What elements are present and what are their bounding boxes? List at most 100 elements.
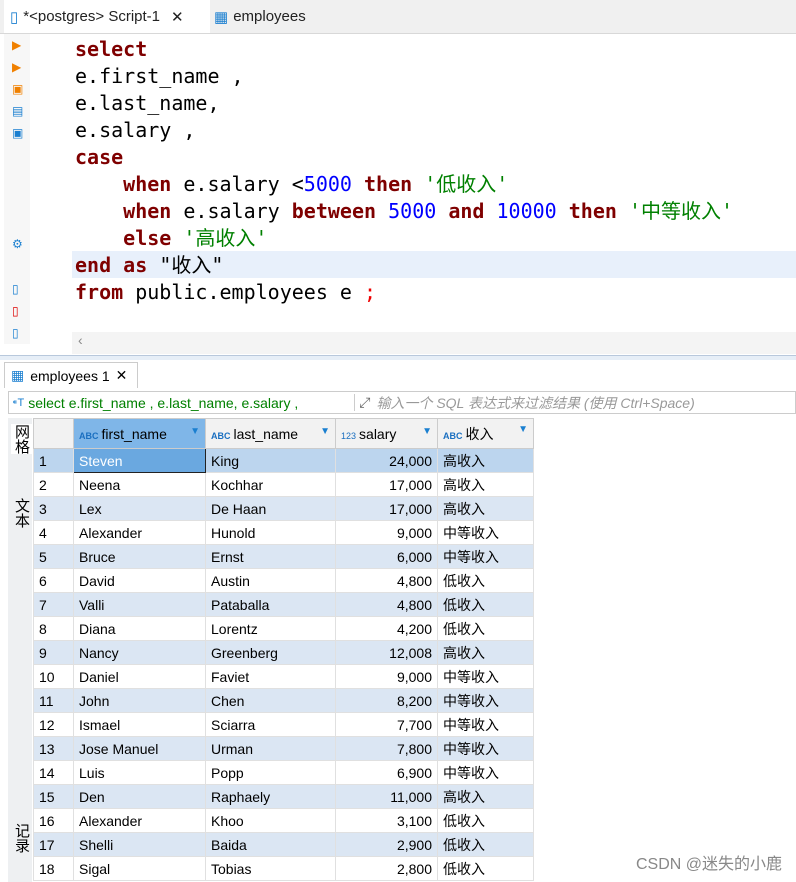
import-icon[interactable]: ▯ bbox=[12, 304, 19, 318]
table-row[interactable]: 18 Sigal Tobias 2,800 低收入 bbox=[33, 856, 534, 881]
cell-last-name[interactable]: Baida bbox=[205, 832, 336, 857]
row-number[interactable]: 12 bbox=[33, 712, 74, 737]
cell-last-name[interactable]: Chen bbox=[205, 688, 336, 713]
table-row[interactable]: 17 Shelli Baida 2,900 低收入 bbox=[33, 832, 534, 857]
side-tab-text[interactable]: 文本 bbox=[11, 498, 32, 528]
tab-employees[interactable]: ▦ employees bbox=[214, 0, 306, 33]
cell-first-name[interactable]: Neena bbox=[73, 472, 206, 497]
row-number[interactable]: 11 bbox=[33, 688, 74, 713]
table-row[interactable]: 11 John Chen 8,200 中等收入 bbox=[33, 688, 534, 713]
scroll-left-icon[interactable]: ‹ bbox=[78, 332, 83, 348]
cell-salary[interactable]: 12,008 bbox=[335, 640, 438, 665]
side-tab-record[interactable]: 记录 bbox=[11, 823, 32, 853]
close-icon[interactable]: ✕ bbox=[116, 367, 128, 384]
sort-icon[interactable]: ▼ bbox=[422, 426, 432, 437]
cell-last-name[interactable]: Kochhar bbox=[205, 472, 336, 497]
table-row[interactable]: 5 Bruce Ernst 6,000 中等收入 bbox=[33, 544, 534, 569]
cell-last-name[interactable]: Urman bbox=[205, 736, 336, 761]
cell-last-name[interactable]: Popp bbox=[205, 760, 336, 785]
cell-salary[interactable]: 8,200 bbox=[335, 688, 438, 713]
execute-icon[interactable]: ▶ bbox=[12, 38, 21, 52]
cell-salary[interactable]: 24,000 bbox=[335, 448, 438, 473]
tab-results-employees-1[interactable]: ▦ employees 1 ✕ bbox=[4, 362, 138, 388]
cell-first-name[interactable]: Nancy bbox=[73, 640, 206, 665]
side-tab-grid[interactable]: 网格 bbox=[11, 424, 32, 454]
cell-first-name[interactable]: Steven bbox=[73, 448, 206, 473]
expand-icon[interactable]: ⤢ bbox=[354, 394, 370, 411]
cell-salary[interactable]: 6,000 bbox=[335, 544, 438, 569]
row-number[interactable]: 16 bbox=[33, 808, 74, 833]
row-number[interactable]: 6 bbox=[33, 568, 74, 593]
cell-salary[interactable]: 11,000 bbox=[335, 784, 438, 809]
panel-splitter[interactable] bbox=[0, 355, 796, 360]
cell-salary[interactable]: 7,800 bbox=[335, 736, 438, 761]
row-number[interactable]: 18 bbox=[33, 856, 74, 881]
cell-salary[interactable]: 17,000 bbox=[335, 472, 438, 497]
table-row[interactable]: 13 Jose Manuel Urman 7,800 中等收入 bbox=[33, 736, 534, 761]
filter-input[interactable]: 输入一个 SQL 表达式来过滤结果 (使用 Ctrl+Space) bbox=[376, 393, 694, 413]
row-number[interactable]: 10 bbox=[33, 664, 74, 689]
column-header-salary[interactable]: 123 salary ▼ bbox=[335, 418, 438, 449]
table-row[interactable]: 1 Steven King 24,000 高收入 bbox=[33, 448, 534, 473]
cell-income[interactable]: 高收入 bbox=[437, 448, 534, 473]
cell-first-name[interactable]: Diana bbox=[73, 616, 206, 641]
cell-first-name[interactable]: Den bbox=[73, 784, 206, 809]
cell-income[interactable]: 中等收入 bbox=[437, 520, 534, 545]
row-number[interactable]: 15 bbox=[33, 784, 74, 809]
cell-salary[interactable]: 9,000 bbox=[335, 664, 438, 689]
cell-salary[interactable]: 7,700 bbox=[335, 712, 438, 737]
table-row[interactable]: 8 Diana Lorentz 4,200 低收入 bbox=[33, 616, 534, 641]
row-number[interactable]: 1 bbox=[33, 448, 74, 473]
cell-salary[interactable]: 4,800 bbox=[335, 568, 438, 593]
table-row[interactable]: 14 Luis Popp 6,900 中等收入 bbox=[33, 760, 534, 785]
cell-income[interactable]: 中等收入 bbox=[437, 760, 534, 785]
cell-salary[interactable]: 17,000 bbox=[335, 496, 438, 521]
cell-last-name[interactable]: King bbox=[205, 448, 336, 473]
terminal-icon[interactable]: ▣ bbox=[12, 126, 23, 140]
row-number[interactable]: 5 bbox=[33, 544, 74, 569]
cell-first-name[interactable]: Alexander bbox=[73, 808, 206, 833]
sort-icon[interactable]: ▼ bbox=[518, 424, 528, 435]
row-number[interactable]: 13 bbox=[33, 736, 74, 761]
row-number[interactable]: 17 bbox=[33, 832, 74, 857]
export-icon[interactable]: ▯ bbox=[12, 282, 19, 296]
cell-last-name[interactable]: Tobias bbox=[205, 856, 336, 881]
column-header-first-name[interactable]: ABC first_name ▼ bbox=[73, 418, 206, 449]
table-row[interactable]: 15 Den Raphaely 11,000 高收入 bbox=[33, 784, 534, 809]
column-header-income[interactable]: ABC 收入 ▼ bbox=[437, 418, 534, 449]
table-row[interactable]: 9 Nancy Greenberg 12,008 高收入 bbox=[33, 640, 534, 665]
cell-first-name[interactable]: John bbox=[73, 688, 206, 713]
cell-first-name[interactable]: Valli bbox=[73, 592, 206, 617]
execute-new-tab-icon[interactable]: ▶ bbox=[12, 60, 21, 74]
table-row[interactable]: 3 Lex De Haan 17,000 高收入 bbox=[33, 496, 534, 521]
cell-first-name[interactable]: Bruce bbox=[73, 544, 206, 569]
cell-income[interactable]: 高收入 bbox=[437, 496, 534, 521]
cell-salary[interactable]: 4,200 bbox=[335, 616, 438, 641]
cell-last-name[interactable]: Pataballa bbox=[205, 592, 336, 617]
close-icon[interactable]: ✕ bbox=[171, 8, 184, 26]
tab-script-1[interactable]: ▯ *<postgres> Script-1 ✕ bbox=[4, 0, 210, 33]
cell-income[interactable]: 低收入 bbox=[437, 808, 534, 833]
table-row[interactable]: 2 Neena Kochhar 17,000 高收入 bbox=[33, 472, 534, 497]
sql-code[interactable]: select e.first_name , e.last_name, e.sal… bbox=[75, 36, 733, 306]
cell-last-name[interactable]: Ernst bbox=[205, 544, 336, 569]
cell-first-name[interactable]: David bbox=[73, 568, 206, 593]
cell-last-name[interactable]: De Haan bbox=[205, 496, 336, 521]
cell-income[interactable]: 高收入 bbox=[437, 472, 534, 497]
cell-last-name[interactable]: Raphaely bbox=[205, 784, 336, 809]
cell-last-name[interactable]: Austin bbox=[205, 568, 336, 593]
cell-income[interactable]: 中等收入 bbox=[437, 688, 534, 713]
table-row[interactable]: 6 David Austin 4,800 低收入 bbox=[33, 568, 534, 593]
cell-income[interactable]: 中等收入 bbox=[437, 664, 534, 689]
row-number[interactable]: 4 bbox=[33, 520, 74, 545]
cell-salary[interactable]: 2,800 bbox=[335, 856, 438, 881]
cell-first-name[interactable]: Lex bbox=[73, 496, 206, 521]
table-row[interactable]: 7 Valli Pataballa 4,800 低收入 bbox=[33, 592, 534, 617]
cell-first-name[interactable]: Alexander bbox=[73, 520, 206, 545]
table-row[interactable]: 12 Ismael Sciarra 7,700 中等收入 bbox=[33, 712, 534, 737]
cell-income[interactable]: 中等收入 bbox=[437, 712, 534, 737]
cell-salary[interactable]: 9,000 bbox=[335, 520, 438, 545]
explain-icon[interactable]: ▤ bbox=[12, 104, 23, 118]
cell-first-name[interactable]: Daniel bbox=[73, 664, 206, 689]
row-number[interactable]: 8 bbox=[33, 616, 74, 641]
